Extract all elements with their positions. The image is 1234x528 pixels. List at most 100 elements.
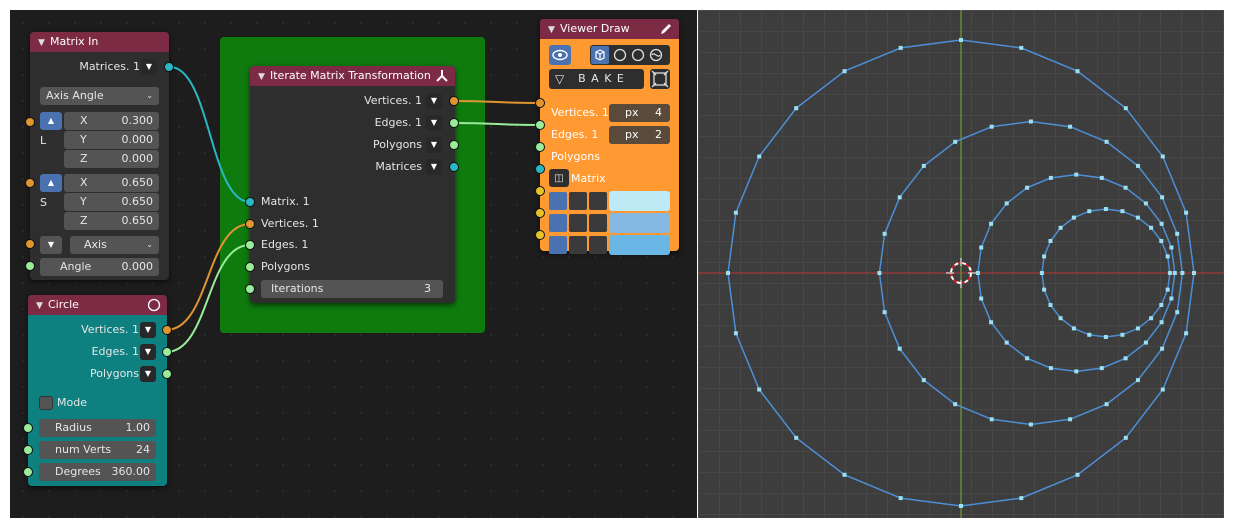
edge-width-field[interactable]: px 2 (609, 126, 670, 144)
node-header[interactable]: ▼ Matrix In (30, 32, 169, 52)
socket-iter-vertices-in[interactable] (245, 219, 255, 229)
node-header[interactable]: ▼ Iterate Matrix Transformation (250, 66, 455, 86)
socket-viewer-edge-color-in[interactable] (535, 208, 545, 218)
node-iterate-matrix-transformation[interactable]: ▼ Iterate Matrix Transformation Vertices.… (250, 66, 455, 303)
edge-display-icon[interactable] (549, 214, 567, 232)
scale-z-field[interactable]: Z 0.650 (64, 212, 159, 230)
iterations-field[interactable]: Iterations 3 (261, 280, 443, 298)
socket-iter-edges-in[interactable] (245, 240, 255, 250)
output-edges-dropdown[interactable]: ▼ (426, 115, 442, 131)
socket-iter-matrix-in[interactable] (245, 197, 255, 207)
output-vertices-dropdown[interactable]: ▼ (426, 93, 442, 109)
location-expand-button[interactable]: ▲ (40, 112, 62, 130)
socket-viewer-matrix-in[interactable] (535, 164, 545, 174)
mode-select[interactable]: Axis Angle ⌄ (40, 87, 159, 105)
vertex-size-field[interactable]: px 4 (609, 104, 670, 122)
mode-checkbox[interactable] (39, 396, 53, 410)
socket-matrix-in-out[interactable] (164, 62, 174, 72)
socket-circle-vertices-out[interactable] (162, 325, 172, 335)
scale-y-field[interactable]: Y 0.650 (64, 193, 159, 211)
socket-iter-vertices-out[interactable] (449, 96, 459, 106)
node-header[interactable]: ▼ Circle (28, 295, 167, 315)
output-polygons-dropdown[interactable]: ▼ (140, 366, 156, 382)
socket-viewer-vertex-color-in[interactable] (535, 186, 545, 196)
socket-circle-polygons-out[interactable] (162, 369, 172, 379)
field-label: Radius (55, 421, 92, 434)
output-vertices-dropdown[interactable]: ▼ (140, 322, 156, 338)
edge-mesh-icon[interactable] (589, 214, 607, 232)
vertex-shading-icon[interactable] (569, 192, 587, 210)
socket-iter-polygons-in[interactable] (245, 262, 255, 272)
vertex-color-swatch[interactable] (609, 191, 670, 211)
socket-axis-in[interactable] (25, 239, 35, 249)
display-mode-group[interactable] (590, 45, 670, 65)
vertex-point (877, 271, 882, 275)
face-color-swatch[interactable] (609, 235, 670, 255)
face-shading-icon[interactable] (569, 236, 587, 254)
scale-expand-button[interactable]: ▲ (40, 174, 62, 192)
socket-iter-edges-out[interactable] (449, 118, 459, 128)
socket-viewer-face-color-in[interactable] (535, 230, 545, 240)
collapse-chevron-icon[interactable]: ▼ (38, 33, 50, 53)
3d-viewport[interactable] (698, 10, 1224, 518)
socket-iter-iterations-in[interactable] (245, 284, 255, 294)
scale-x-field[interactable]: X 0.650 (64, 174, 159, 192)
vertex-point (1025, 185, 1030, 190)
vertex-point (953, 402, 958, 407)
fit-view-button[interactable] (650, 69, 670, 89)
matrix-toggle[interactable]: ◫ (549, 169, 569, 187)
output-dropdown-button[interactable]: ▼ (141, 59, 157, 75)
location-z-field[interactable]: Z 0.000 (64, 150, 159, 168)
location-x-field[interactable]: X 0.300 (64, 112, 159, 130)
location-y-field[interactable]: Y 0.000 (64, 131, 159, 149)
axis-expand-button[interactable]: ▼ (40, 236, 62, 254)
socket-angle-in[interactable] (25, 261, 35, 271)
socket-viewer-polygons-in[interactable] (535, 142, 545, 152)
output-edges-dropdown[interactable]: ▼ (140, 344, 156, 360)
node-matrix-in[interactable]: ▼ Matrix In Matrices. 1 ▼ Axis Angle ⌄ ▲ L… (30, 32, 169, 280)
output-edges-label: Edges. 1 (91, 345, 139, 358)
node-editor[interactable]: ▼ Matrix In Matrices. 1 ▼ Axis Angle ⌄ ▲ L… (10, 10, 697, 518)
visibility-toggle[interactable] (549, 45, 571, 65)
socket-num-verts-in[interactable] (23, 445, 33, 455)
degrees-field[interactable]: Degrees 360.00 (39, 463, 156, 481)
input-polygons-label: Polygons (551, 150, 600, 163)
bake-button[interactable]: ▽ B A K E (549, 69, 644, 89)
socket-circle-edges-out[interactable] (162, 347, 172, 357)
socket-radius-in[interactable] (23, 423, 33, 433)
socket-iter-matrices-out[interactable] (449, 162, 459, 172)
socket-scale-in[interactable] (25, 178, 35, 188)
vertex-point (1135, 215, 1140, 220)
edge-color-swatch[interactable] (609, 213, 670, 233)
vertex-point (1103, 207, 1108, 211)
angle-field[interactable]: Angle 0.000 (40, 258, 159, 276)
socket-iter-polygons-out[interactable] (449, 140, 459, 150)
mode-label: Mode (57, 396, 87, 409)
vertex-point (1042, 287, 1047, 292)
field-value: 0.650 (121, 195, 154, 208)
socket-degrees-in[interactable] (23, 467, 33, 477)
output-matrices-dropdown[interactable]: ▼ (426, 159, 442, 175)
axis-field[interactable]: Axis ⌄ (70, 236, 159, 254)
node-header[interactable]: ▼ Viewer Draw (540, 19, 679, 39)
face-display-icon[interactable] (549, 236, 567, 254)
collapse-chevron-icon[interactable]: ▼ (258, 67, 270, 87)
radius-field[interactable]: Radius 1.00 (39, 419, 156, 437)
socket-viewer-edges-in[interactable] (535, 120, 545, 130)
socket-location-in[interactable] (25, 117, 35, 127)
node-viewer-draw[interactable]: ▼ Viewer Draw ▽ B A K E Vertices. 1 px 4 E… (540, 19, 679, 255)
collapse-chevron-icon[interactable]: ▼ (548, 20, 560, 40)
socket-viewer-vertices-in[interactable] (535, 98, 545, 108)
vertex-point (1184, 210, 1189, 215)
output-polygons-dropdown[interactable]: ▼ (426, 137, 442, 153)
vertex-display-icon[interactable] (549, 192, 567, 210)
num-verts-field[interactable]: num Verts 24 (39, 441, 156, 459)
node-circle[interactable]: ▼ Circle Vertices. 1 ▼ Edges. 1 ▼ Polygon… (28, 295, 167, 486)
vertex-point (1160, 195, 1165, 200)
vertex-point (1071, 326, 1076, 331)
vertex-point (726, 271, 730, 275)
face-mesh-icon[interactable] (589, 236, 607, 254)
collapse-chevron-icon[interactable]: ▼ (36, 296, 48, 316)
edge-shading-icon[interactable] (569, 214, 587, 232)
vertex-curve-icon[interactable] (589, 192, 607, 210)
